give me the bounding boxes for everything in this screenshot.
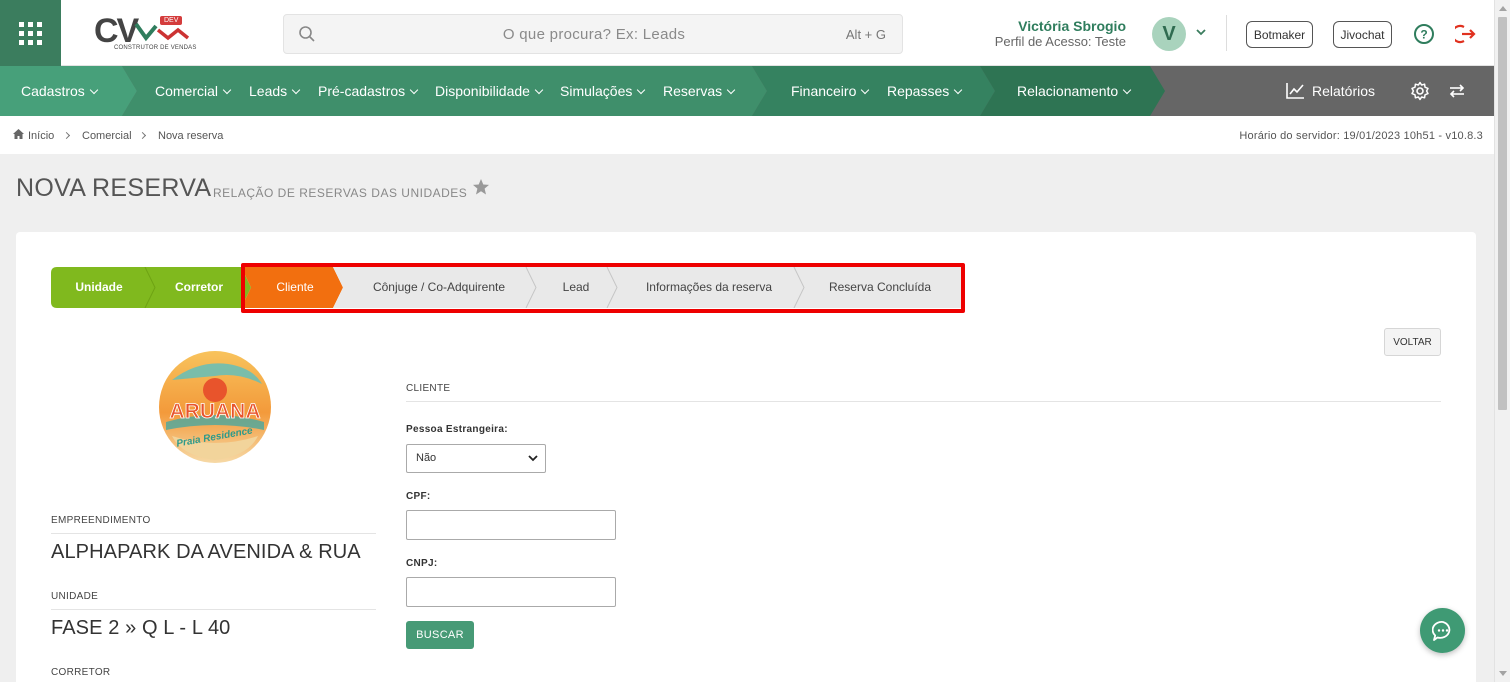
section-title: CLIENTE <box>406 383 451 394</box>
scroll-down-arrow[interactable] <box>1499 671 1507 676</box>
divider <box>406 401 1441 402</box>
chevron-down-icon <box>1122 85 1132 95</box>
nav-label: Repasses <box>887 83 950 99</box>
empreendimento-label: EMPREENDIMENTO <box>51 515 151 526</box>
chevron-down-icon <box>528 455 538 462</box>
chevron-down-icon <box>291 85 301 95</box>
chevron-down-icon <box>409 85 419 95</box>
search-button[interactable]: BUSCAR <box>406 621 474 649</box>
server-time: Horário do servidor: 19/01/2023 10h51 - … <box>1239 130 1483 142</box>
nav-pre-cadastros[interactable]: Pré-cadastros <box>318 66 419 116</box>
nav-disponibilidade[interactable]: Disponibilidade <box>435 66 544 116</box>
nav-simulacoes[interactable]: Simulações <box>560 66 646 116</box>
chart-line-icon <box>1286 83 1304 99</box>
chevron-down-icon <box>861 85 870 95</box>
chat-button[interactable] <box>1420 608 1465 653</box>
global-search[interactable]: O que procura? Ex: Leads Alt + G <box>283 14 903 54</box>
breadcrumb-inicio[interactable]: Início <box>28 130 54 142</box>
chat-bubble-icon <box>1431 620 1450 641</box>
foreign-select[interactable]: Não <box>406 444 546 473</box>
jivochat-button[interactable]: Jivochat <box>1333 21 1392 48</box>
chevron-down-icon <box>637 85 646 95</box>
nav-label: Simulações <box>560 83 633 99</box>
nav-label: Reservas <box>663 83 723 99</box>
grid-icon <box>19 21 42 45</box>
divider <box>51 609 376 610</box>
corretor-label: CORRETOR <box>51 667 111 678</box>
breadcrumb-comercial[interactable]: Comercial <box>82 130 132 142</box>
nav-cadastros[interactable]: Cadastros <box>21 66 99 116</box>
chevron-down-icon <box>534 85 544 95</box>
nav-label: Leads <box>249 83 288 99</box>
nav-label: Comercial <box>155 83 219 99</box>
botmaker-button[interactable]: Botmaker <box>1246 21 1313 48</box>
app-logo[interactable]: CV DEV CONSTRUTOR DE VENDAS <box>94 12 196 56</box>
swap-icon[interactable] <box>1448 82 1466 100</box>
chevron-down-icon <box>954 85 963 95</box>
back-button[interactable]: VOLTAR <box>1384 328 1441 356</box>
scroll-up-arrow[interactable] <box>1499 6 1507 11</box>
nav-repasses[interactable]: Repasses <box>887 66 963 116</box>
chevron-down-icon <box>726 85 736 95</box>
step-corretor[interactable]: Corretor <box>151 267 247 308</box>
search-placeholder: O que procura? Ex: Leads <box>502 26 686 43</box>
scroll-thumb[interactable] <box>1498 17 1507 410</box>
breadcrumb-nova-reserva: Nova reserva <box>158 130 224 142</box>
user-profile: Perfil de Acesso: Teste <box>994 34 1126 49</box>
highlight-box <box>241 263 965 313</box>
foreign-select-value: Não <box>416 452 437 464</box>
nav-financeiro[interactable]: Financeiro <box>791 66 870 116</box>
avatar[interactable]: V <box>1152 17 1186 51</box>
svg-text:?: ? <box>1420 28 1427 42</box>
nav-label: Financeiro <box>791 83 857 99</box>
nav-relacionamento[interactable]: Relacionamento <box>1017 66 1132 116</box>
chevron-down-icon <box>89 85 99 95</box>
cpf-label: CPF: <box>406 491 431 502</box>
nav-label: Relacionamento <box>1017 83 1119 99</box>
star-icon[interactable] <box>472 178 490 196</box>
page-subtitle: RELAÇÃO DE RESERVAS DAS UNIDADES <box>213 186 468 200</box>
logout-icon[interactable] <box>1455 23 1477 45</box>
logo-dev-badge: DEV <box>160 16 183 25</box>
logo-subtitle: CONSTRUTOR DE VENDAS <box>114 45 197 51</box>
apps-menu-button[interactable] <box>0 0 61 66</box>
nav-label: Disponibilidade <box>435 83 530 99</box>
property-logo-title: ARUANA <box>170 400 261 423</box>
nav-relatorios[interactable]: Relatórios <box>1312 66 1375 116</box>
chevron-down-icon <box>222 85 232 95</box>
top-bar: CV DEV CONSTRUTOR DE VENDAS O que procur… <box>0 0 1494 66</box>
divider <box>1226 15 1227 51</box>
nav-reservas[interactable]: Reservas <box>663 66 736 116</box>
help-icon[interactable]: ? <box>1413 23 1435 45</box>
divider <box>51 533 376 534</box>
cpf-field[interactable] <box>406 510 616 540</box>
home-icon <box>13 129 24 139</box>
unidade-label: UNIDADE <box>51 591 99 602</box>
property-logo: ARUANA Praia Residence <box>159 351 271 463</box>
search-shortcut: Alt + G <box>845 27 886 42</box>
nav-label: Pré-cadastros <box>318 83 406 99</box>
empreendimento-value: ALPHAPARK DA AVENIDA & RUA <box>51 541 361 563</box>
cnpj-field[interactable] <box>406 577 616 607</box>
user-name[interactable]: Victória Sbrogio <box>1018 18 1126 34</box>
nav-leads[interactable]: Leads <box>249 66 301 116</box>
unidade-value: FASE 2 » Q L - L 40 <box>51 617 231 639</box>
main-nav: Cadastros Comercial Leads Pré-cadastros … <box>0 66 1494 116</box>
page-title: NOVA RESERVA <box>16 174 212 202</box>
chevron-down-icon[interactable] <box>1195 27 1207 37</box>
nav-label: Cadastros <box>21 83 85 99</box>
scrollbar[interactable] <box>1494 0 1510 682</box>
gear-icon[interactable] <box>1410 81 1430 101</box>
cnpj-label: CNPJ: <box>406 558 438 569</box>
nav-comercial[interactable]: Comercial <box>155 66 232 116</box>
foreign-label: Pessoa Estrangeira: <box>406 424 508 435</box>
step-unidade[interactable]: Unidade <box>51 267 147 308</box>
